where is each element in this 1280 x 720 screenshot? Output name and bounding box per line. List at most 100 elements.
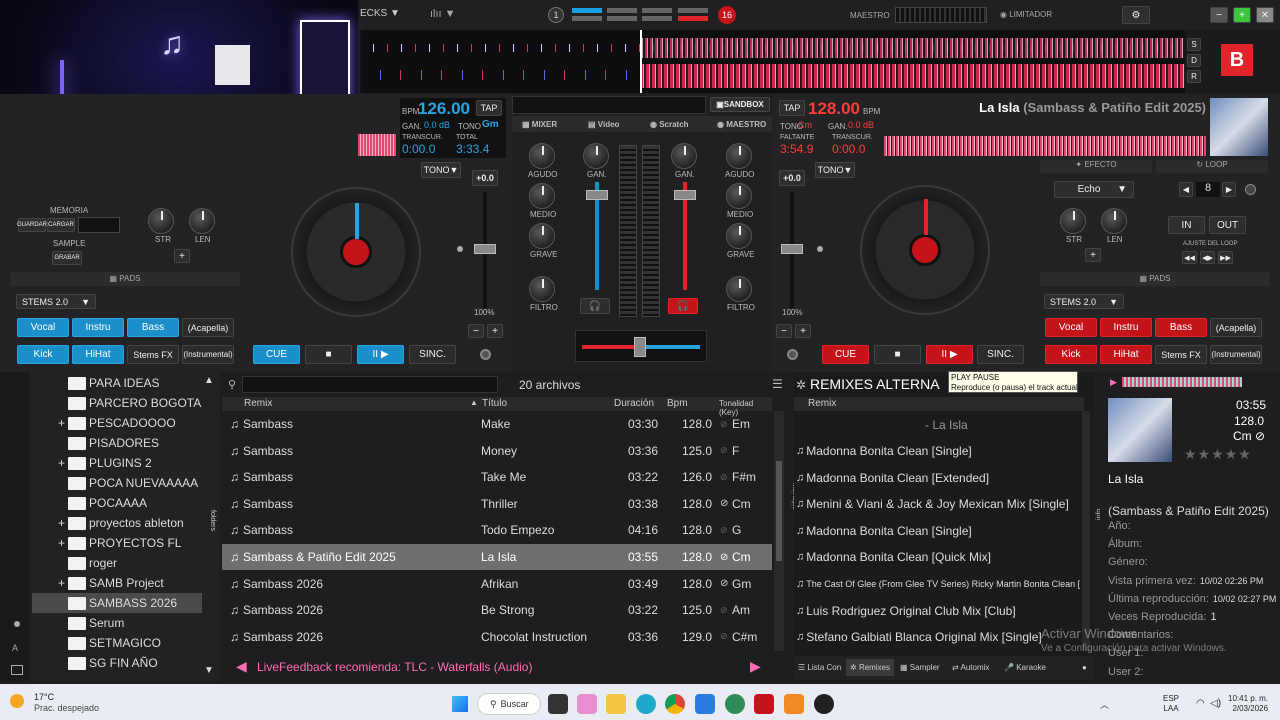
table-row[interactable]: ♫ Sambass 2026 Afrikan 03:49 128.0 Gm ⊘ [222,571,772,597]
deck-number-badge[interactable]: 1 [548,7,564,23]
effect-dropdown[interactable]: Echo ▼ [1054,181,1134,198]
tab-lista-con[interactable]: ☰ Lista Con [798,663,841,672]
logo-b[interactable]: B [1221,44,1253,76]
settings-button[interactable]: ⚙ [1122,6,1150,24]
left-tap-button[interactable]: TAP [476,100,502,116]
feedback-next-icon[interactable]: ▶ [750,658,761,675]
right-pitch-plus[interactable]: + [795,324,811,338]
right-len-knob[interactable] [1101,208,1127,234]
left-play-button[interactable]: II ▶ [357,345,404,364]
task-view-icon[interactable] [548,694,568,714]
language-indicator[interactable]: ESP LAA [1163,694,1179,714]
right-pitch-slider[interactable] [781,192,803,308]
right-pad-vocal[interactable]: Vocal [1045,318,1097,337]
close-button[interactable]: ✕ [1256,7,1274,23]
right-pad-stemsfx[interactable]: Stems FX [1155,345,1207,364]
sandbox-button[interactable]: ▣ SANDBOX [710,97,770,112]
right-pad-instru[interactable]: Instru [1100,318,1152,337]
folder-scroll-up[interactable]: ▲ [204,375,214,386]
folder-item[interactable]: + PROYECTOS FL [32,533,202,553]
left-pad-stemsfx[interactable]: Stems FX [127,345,179,364]
app-icon-2[interactable] [725,694,745,714]
left-headphone-button[interactable]: 🎧 [580,298,610,314]
image-icon[interactable] [11,665,23,675]
left-gain-knob[interactable] [583,143,609,169]
left-pitch-reset[interactable]: +0.0 [472,170,498,186]
edge-icon[interactable] [636,694,656,714]
feedback-prev-icon[interactable]: ◀ [236,658,247,675]
tab-remixes[interactable]: ✲ Remixes [846,659,895,676]
expand-icon[interactable]: + [58,416,65,430]
virtualdj-icon[interactable] [754,694,774,714]
app-icon-3[interactable] [814,694,834,714]
right-play-button[interactable]: II ▶ [926,345,973,364]
table-row[interactable]: ♫ Sambass Todo Empezo 04:16 128.0 G ⊘ [222,517,772,543]
right-stop-button[interactable]: ■ [874,345,921,364]
folder-item[interactable]: SETMAGICO [32,633,202,653]
right-pad-acapella[interactable]: (Acapella) [1210,318,1262,337]
left-stop-button[interactable]: ■ [305,345,352,364]
table-row[interactable]: ♫ Sambass Make 03:30 128.0 Em ⊘ [222,411,772,437]
right-pad-hihat[interactable]: HiHat [1100,345,1152,364]
track-scrollbar[interactable] [774,411,784,651]
fl-studio-icon[interactable] [784,694,804,714]
loop-out-button[interactable]: OUT [1209,216,1246,234]
left-pad-hihat[interactable]: HiHat [72,345,124,364]
left-str-knob[interactable] [148,208,174,234]
col-title[interactable]: Título [482,398,507,409]
folder-item[interactable]: roger [32,553,202,573]
right-headphone-button[interactable]: 🎧 [668,298,698,314]
col-duration[interactable]: Duración [614,398,654,409]
right-medio-knob[interactable] [726,183,752,209]
deck-count-badge[interactable]: 16 [718,6,736,24]
left-cue-button[interactable]: CUE [253,345,300,364]
search-input[interactable] [242,376,498,393]
left-pad-bass[interactable]: Bass [127,318,179,337]
expand-icon[interactable]: + [58,536,65,550]
folder-item[interactable]: SAMBASS 2026 [32,593,202,613]
right-stems-dropdown[interactable]: STEMS 2.0 ▼ [1044,294,1124,309]
taskbar-search[interactable]: ⚲ Buscar [477,693,541,715]
remix-item[interactable]: ♫ Madonna Bonita Clean [Single] [794,518,1080,544]
right-pitch-minus[interactable]: − [776,324,792,338]
loop-indicator[interactable] [1245,184,1256,195]
loop-adjust-left[interactable]: ◀◀ [1182,251,1197,264]
right-deck-waveform[interactable] [884,136,1206,156]
left-pitch-slider[interactable] [474,192,496,308]
right-tono-button[interactable]: TONO ▼ [815,162,855,178]
table-row[interactable]: ♫ Sambass 2026 Chocolat Instruction 03:36 12… [222,624,772,650]
guardar-button[interactable]: GUARDAR [17,218,47,232]
loop-adjust-both[interactable]: ◀▶ [1200,251,1215,264]
folders-side-tab[interactable]: folders [209,510,216,531]
right-pad-bass[interactable]: Bass [1155,318,1207,337]
pin-icon[interactable] [14,621,20,627]
left-len-knob[interactable] [189,208,215,234]
left-filtro-knob[interactable] [529,276,555,302]
right-str-knob[interactable] [1060,208,1086,234]
expand-icon[interactable]: + [58,456,65,470]
remix-item[interactable]: ♫ Madonna Bonita Clean [Extended] [794,465,1080,491]
left-sync-button[interactable]: SINC. [409,345,456,364]
tab-sampler[interactable]: ▦ Sampler [900,663,940,672]
volume-icon[interactable]: ◁) [1210,698,1221,709]
tab-scratch[interactable]: ◉ Scratch [650,120,689,129]
remix-item[interactable]: ♫ Menini & Viani & Jack & Joy Mexican Mix… [794,491,1080,517]
folder-item[interactable]: + PESCADOOOO [32,413,202,433]
tab-karaoke[interactable]: 🎤 Karaoke [1004,663,1046,672]
app-icon-1[interactable] [577,694,597,714]
table-row[interactable]: ♫ Sambass 2026 Be Strong 03:22 125.0 Am ⊘ [222,597,772,623]
remix-item[interactable]: ♫ The Cast Of Glee (From Glee TV Series) … [794,571,1080,597]
table-row[interactable]: ♫ Sambass & Patiño Edit 2025 La Isla 03:55 1… [222,544,772,570]
right-sync-button[interactable]: SINC. [977,345,1024,364]
chrome-icon[interactable] [665,694,685,714]
letter-a-icon[interactable]: A [12,643,18,653]
left-grave-knob[interactable] [529,223,555,249]
left-pitch-minus[interactable]: − [468,324,484,338]
left-deck-indicator[interactable] [480,349,491,360]
list-menu-icon[interactable]: ☰ [772,377,783,391]
remix-item[interactable]: ♫ Stefano Galbiati Blanca Original Mix [S… [794,624,1080,650]
maximize-button[interactable]: + [1233,7,1251,23]
right-deck-indicator[interactable] [787,349,798,360]
left-pad-instrumental[interactable]: (Instrumental) [182,345,234,364]
left-medio-knob[interactable] [529,183,555,209]
